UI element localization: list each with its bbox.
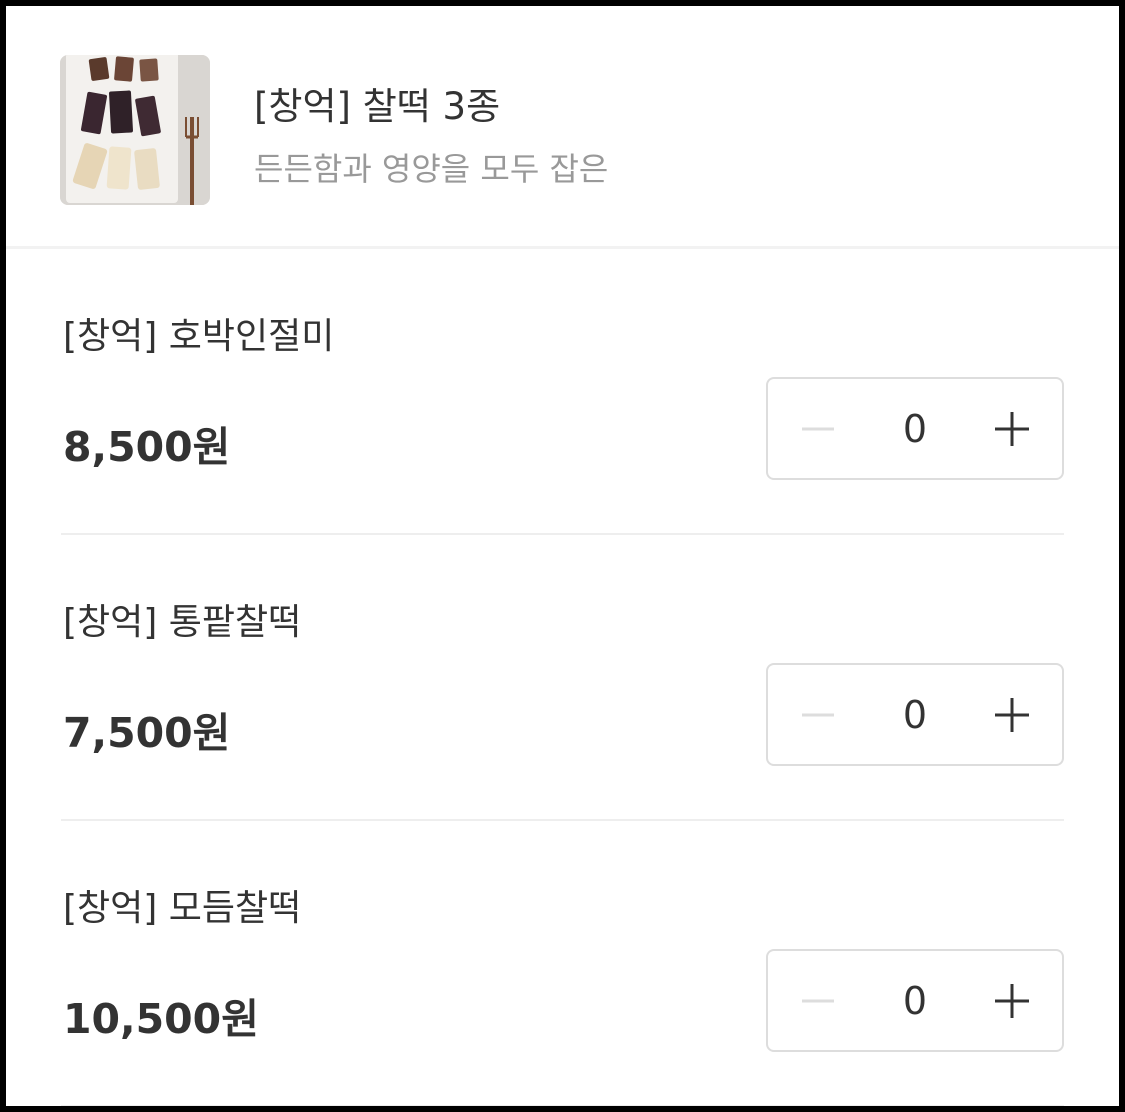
quantity-value: 0 [902,978,928,1023]
option-row: [창억] 호박인절미 8,500원 0 [61,249,1064,535]
decrease-button[interactable] [768,379,868,478]
quantity-stepper: 0 [766,663,1064,766]
minus-icon [802,713,834,716]
product-subtitle: 든든함과 영양을 모두 잡은 [254,150,609,188]
minus-icon [802,427,834,430]
plus-icon [995,697,1029,732]
increase-button[interactable] [962,379,1062,478]
option-name: [창억] 모듬찰떡 [63,888,302,929]
product-header: [창억] 찰떡 3종 든든함과 영양을 모두 잡은 [6,6,1119,249]
rice-cake-thumbnail-icon [60,55,210,205]
option-row: [창억] 통팥찰떡 7,500원 0 [61,535,1064,821]
product-thumbnail [60,55,210,205]
product-option-panel: [창억] 찰떡 3종 든든함과 영양을 모두 잡은 [창억] 호박인절미 8,5… [0,0,1125,1112]
option-row: [창억] 모듬찰떡 10,500원 0 [61,821,1064,1106]
decrease-button[interactable] [768,665,868,764]
quantity-value: 0 [902,406,928,451]
quantity-value: 0 [902,692,928,737]
increase-button[interactable] [962,665,1062,764]
option-price: 7,500원 [63,709,231,757]
increase-button[interactable] [962,951,1062,1050]
quantity-stepper: 0 [766,377,1064,480]
option-price: 8,500원 [63,423,231,471]
plus-icon [995,411,1029,446]
option-price: 10,500원 [63,995,259,1043]
quantity-stepper: 0 [766,949,1064,1052]
option-name: [창억] 호박인절미 [63,316,335,357]
decrease-button[interactable] [768,951,868,1050]
option-name: [창억] 통팥찰떡 [63,602,302,643]
product-title: [창억] 찰떡 3종 [254,85,501,128]
plus-icon [995,983,1029,1018]
minus-icon [802,999,834,1002]
